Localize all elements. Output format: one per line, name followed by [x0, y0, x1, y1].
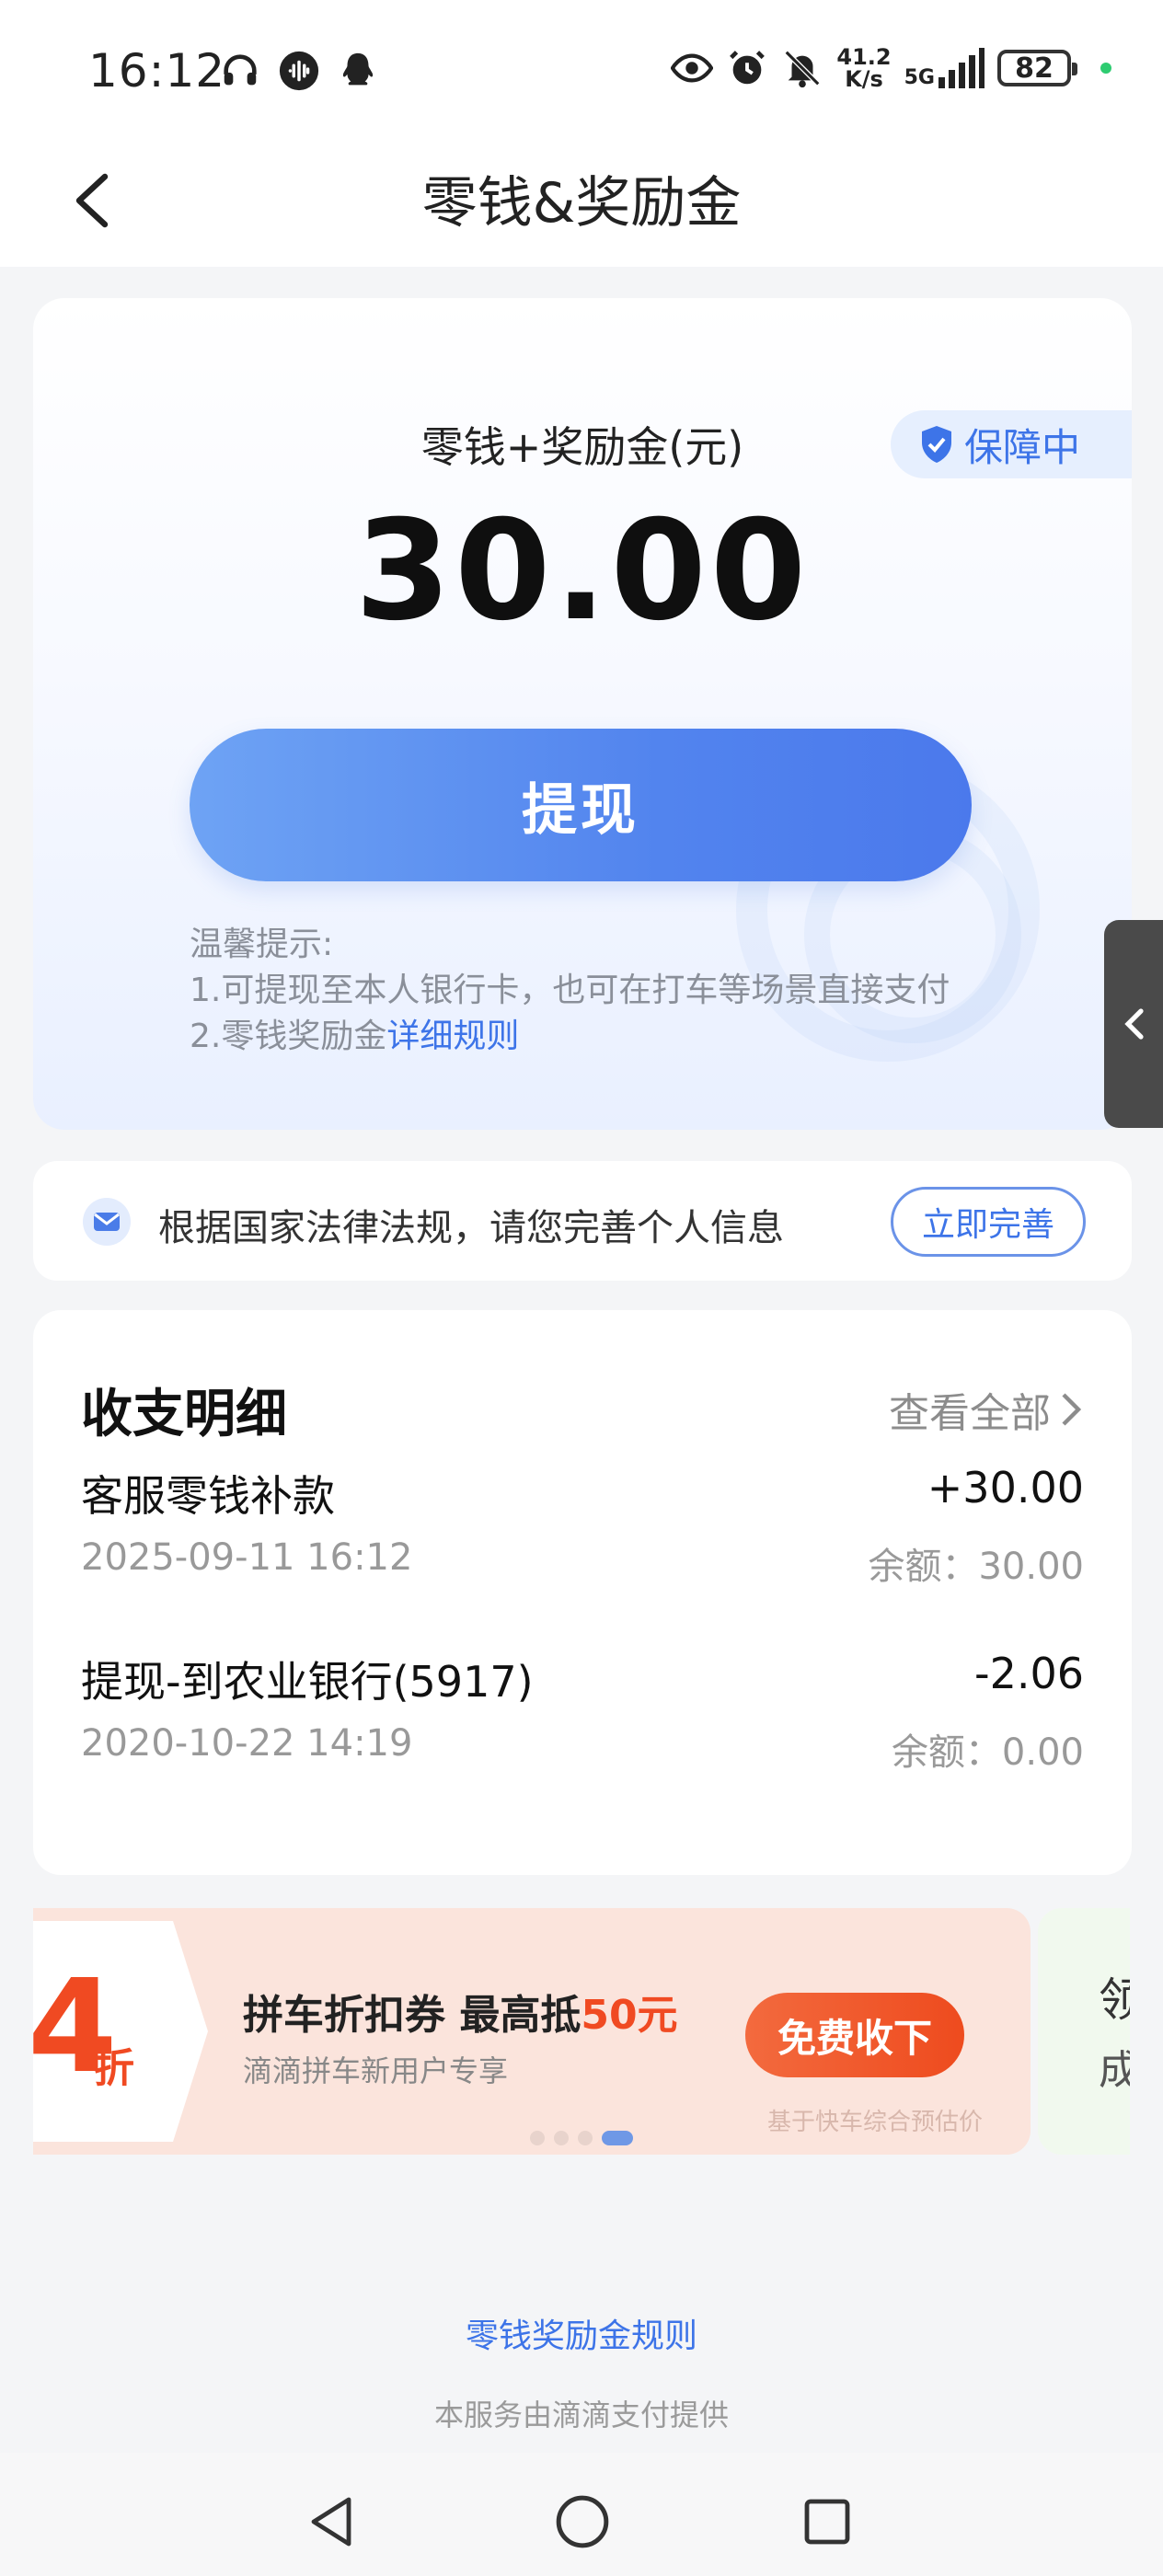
provider-note: 本服务由滴滴支付提供	[433, 2398, 729, 2432]
net-speed: 41.2 K/s	[836, 46, 891, 90]
tx-amount: -2.06	[973, 1649, 1084, 1698]
promo-title-prefix: 拼车折扣券 最高抵	[243, 1992, 582, 2039]
tips-title: 温馨提示:	[190, 926, 334, 963]
carousel-dot[interactable]	[530, 2131, 545, 2145]
carousel-dot[interactable]	[554, 2131, 569, 2145]
mute-bell-icon	[785, 50, 821, 88]
net-speed-value: 41.2	[836, 44, 892, 70]
audio-wave-icon	[279, 51, 319, 91]
withdraw-button[interactable]: 提现	[190, 729, 972, 881]
promo-next-line2: 成	[1099, 2047, 1130, 2094]
complete-info-button[interactable]: 立即完善	[891, 1187, 1086, 1257]
promo-discount-unit: 折	[94, 2045, 134, 2092]
view-all-label: 查看全部	[889, 1390, 1051, 1437]
headphones-icon	[224, 54, 257, 86]
table-row[interactable]: 提现-到农业银行(5917) 2020-10-22 14:19 -2.06 余额…	[81, 1649, 1084, 1796]
view-all-button[interactable]: 查看全部	[889, 1380, 1082, 1439]
status-dot-icon	[1100, 63, 1111, 74]
header: 零钱&奖励金	[0, 138, 1163, 267]
carousel-dot-active[interactable]	[602, 2131, 633, 2145]
mail-icon	[83, 1198, 131, 1246]
guarantee-text: 保障中	[964, 424, 1081, 470]
guarantee-badge[interactable]: 保障中	[891, 410, 1132, 478]
chevron-left-icon	[1124, 1008, 1144, 1040]
promo-next-card[interactable]: 领 成	[1038, 1908, 1130, 2155]
signal-icon	[938, 48, 985, 88]
tx-name: 客服零钱补款	[81, 1471, 335, 1521]
claim-coupon-button[interactable]: 免费收下	[745, 1993, 964, 2077]
triangle-back-icon	[311, 2497, 351, 2547]
network-type: 5G	[904, 66, 935, 89]
promo-banner[interactable]: 4 折 拼车折扣券 最高抵50元 滴滴拼车新用户专享 免费收下 基于快车综合预估…	[33, 1908, 1031, 2155]
transactions-title: 收支明细	[81, 1385, 287, 1444]
promo-next-line1: 领	[1099, 1973, 1130, 2027]
notice-text: 根据国家法律法规，请您完善个人信息	[158, 1207, 784, 1249]
alarm-icon	[730, 51, 766, 85]
eye-icon	[671, 53, 714, 83]
info-notice: 根据国家法律法规，请您完善个人信息 立即完善	[33, 1161, 1132, 1281]
nav-home-button[interactable]	[550, 2490, 615, 2554]
shield-icon	[922, 426, 951, 463]
page-title: 零钱&奖励金	[421, 171, 742, 236]
nav-recents-button[interactable]	[795, 2490, 859, 2554]
table-row[interactable]: 客服零钱补款 2025-09-11 16:12 +30.00 余额：30.00	[81, 1463, 1084, 1610]
rules-link[interactable]: 零钱奖励金规则	[0, 2309, 1163, 2357]
carousel-dots	[530, 2131, 633, 2145]
chevron-right-icon	[1062, 1393, 1082, 1426]
carousel-dot[interactable]	[578, 2131, 593, 2145]
promo-title-highlight: 50元	[581, 1992, 678, 2039]
signal-group: 5G	[904, 48, 985, 88]
side-floating-tab[interactable]	[1104, 920, 1163, 1128]
system-nav-bar	[0, 2453, 1163, 2576]
status-bar: 16:12 41.2 K/s 5G 82	[0, 0, 1163, 138]
square-recents-icon	[804, 2499, 850, 2545]
tx-name: 提现-到农业银行(5917)	[81, 1657, 534, 1707]
tx-time: 2020-10-22 14:19	[81, 1722, 413, 1765]
status-right-icons: 41.2 K/s 5G 82	[671, 46, 1111, 90]
battery-indicator: 82	[997, 50, 1077, 86]
qq-icon	[342, 52, 374, 86]
tx-amount: +30.00	[927, 1463, 1084, 1512]
balance-card: 零钱+奖励金(元) 保障中 30.00 提现 温馨提示: 1.可提现至本人银行卡…	[33, 298, 1132, 1130]
promo-note: 基于快车综合预估价	[767, 2109, 984, 2136]
tx-time: 2025-09-11 16:12	[81, 1536, 413, 1579]
tx-balance: 余额：0.00	[891, 1731, 1084, 1774]
nav-back-button[interactable]	[300, 2490, 364, 2554]
detailed-rules-link[interactable]: 详细规则	[386, 1018, 519, 1055]
tips: 温馨提示: 1.可提现至本人银行卡，也可在打车等场景直接支付 2.零钱奖励金详细…	[190, 922, 950, 1060]
promo-subtitle: 滴滴拼车新用户专享	[243, 2053, 509, 2088]
tip-2-prefix: 2.零钱奖励金	[190, 1018, 387, 1055]
status-time: 16:12	[88, 44, 226, 98]
promo-discount-tag: 4 折	[33, 1921, 208, 2142]
tx-balance: 余额：30.00	[868, 1546, 1084, 1588]
transactions-card: 收支明细 查看全部 客服零钱补款 2025-09-11 16:12 +30.00…	[33, 1310, 1132, 1875]
balance-amount: 30.00	[354, 491, 811, 651]
circle-home-icon	[556, 2495, 609, 2548]
net-speed-unit: K/s	[845, 66, 883, 92]
status-left-icons	[219, 50, 379, 92]
tip-1: 1.可提现至本人银行卡，也可在打车等场景直接支付	[190, 972, 950, 1009]
promo-title: 拼车折扣券 最高抵50元	[243, 1982, 678, 2041]
tip-2: 2.零钱奖励金详细规则	[190, 1014, 950, 1060]
